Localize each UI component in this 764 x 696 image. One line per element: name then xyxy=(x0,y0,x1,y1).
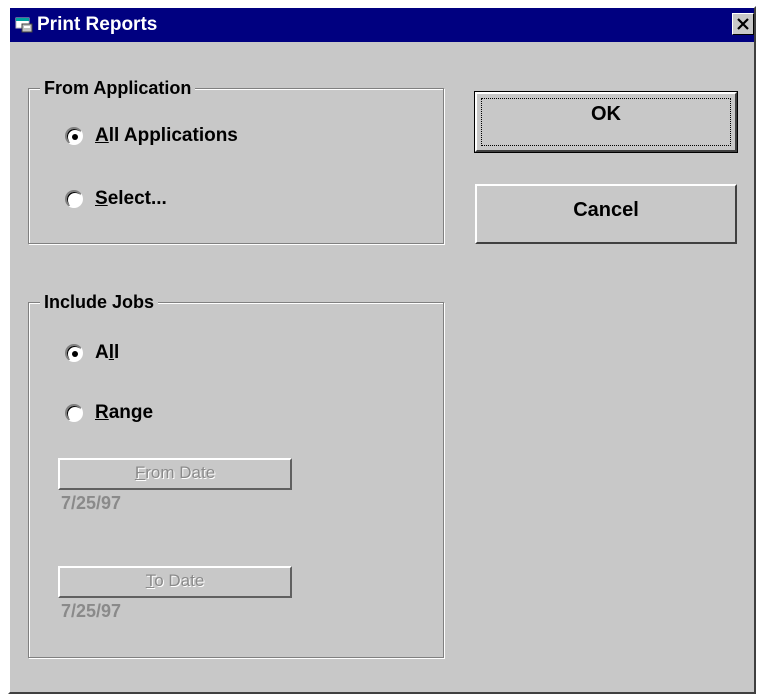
from-date-value: 7/25/97 xyxy=(61,493,122,513)
dialog-title: Print Reports xyxy=(37,14,158,35)
print-reports-dialog: Print Reports From Application All Appli… xyxy=(8,6,756,694)
to-date-value: 7/25/97 xyxy=(61,601,122,621)
radio-all-jobs-label: All xyxy=(95,342,120,363)
from-application-label: From Application xyxy=(40,77,196,99)
close-button[interactable] xyxy=(732,13,754,35)
from-application-group xyxy=(28,88,444,244)
radio-select-label: Select... xyxy=(95,188,167,209)
radio-circle xyxy=(65,404,83,422)
ok-button-label: OK xyxy=(591,103,621,125)
radio-selected-dot xyxy=(72,351,78,357)
radio-all-applications-label: All Applications xyxy=(95,125,238,146)
radio-circle xyxy=(65,127,83,145)
to-date-button[interactable]: To Date xyxy=(58,566,292,598)
ok-button[interactable]: OK xyxy=(474,91,738,153)
title-bar: Print Reports xyxy=(10,8,754,42)
radio-selected-dot xyxy=(72,134,78,140)
radio-range-label: Range xyxy=(95,402,154,423)
radio-circle xyxy=(65,344,83,362)
printer-window-icon xyxy=(15,17,33,33)
from-date-button[interactable]: From Date xyxy=(58,458,292,490)
cancel-button[interactable]: Cancel xyxy=(475,184,737,244)
include-jobs-label: Include Jobs xyxy=(40,291,159,313)
cancel-button-label: Cancel xyxy=(573,199,639,221)
close-x-icon xyxy=(737,18,749,30)
radio-circle xyxy=(65,190,83,208)
